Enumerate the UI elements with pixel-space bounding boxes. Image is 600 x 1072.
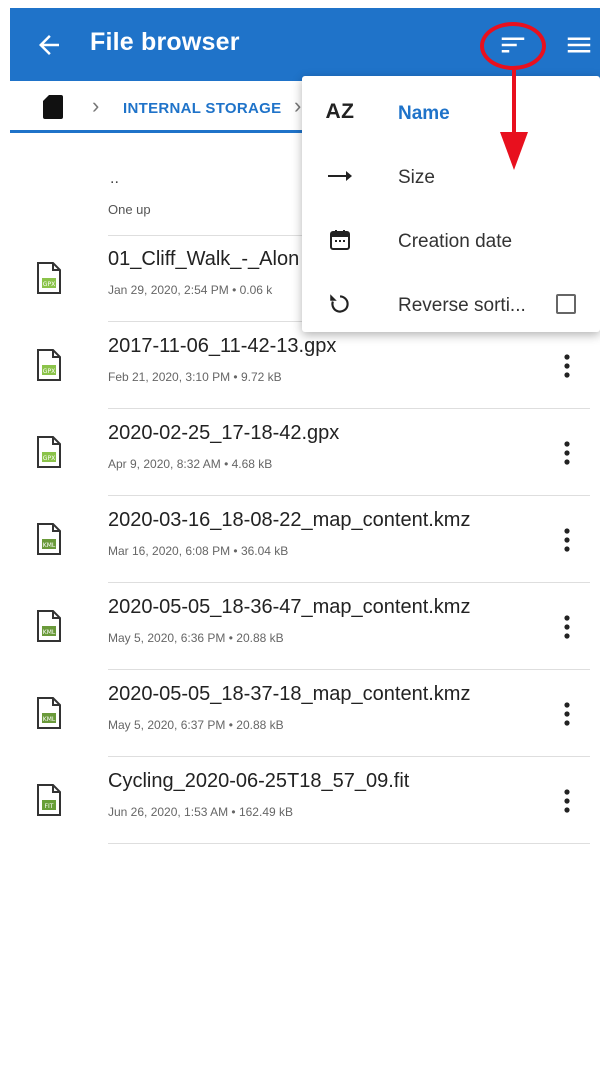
more-vert-icon[interactable]: [560, 612, 574, 642]
file-meta: May 5, 2020, 6:37 PM • 20.88 kB: [108, 718, 284, 732]
sort-option-creation-date[interactable]: Creation date: [302, 208, 600, 272]
sort-option-label: Name: [398, 103, 450, 124]
file-type-label: GPX: [43, 455, 55, 462]
file-type-label: KML: [43, 716, 56, 723]
page-title: File browser: [90, 28, 240, 56]
file-row[interactable]: KML 2020-05-05_18-37-18_map_content.kmz Ma…: [0, 671, 600, 757]
file-gpx-icon: GPX: [37, 262, 61, 294]
file-type-label: KML: [43, 542, 56, 549]
file-name: 01_Cliff_Walk_-_Alon: [108, 248, 300, 270]
more-vert-icon[interactable]: [560, 525, 574, 555]
calendar-icon: [326, 226, 354, 254]
file-row[interactable]: KML 2020-03-16_18-08-22_map_content.kmz Ma…: [0, 497, 600, 583]
divider: [108, 756, 590, 757]
file-row[interactable]: FIT Cycling_2020-06-25T18_57_09.fit Jun 26…: [0, 758, 600, 844]
sort-option-label: Size: [398, 167, 435, 188]
more-vert-icon[interactable]: [560, 699, 574, 729]
parent-dots: ..: [110, 170, 119, 187]
file-kml-icon: KML: [37, 697, 61, 729]
az-icon: AZ: [325, 100, 355, 123]
arrow-right-icon: [326, 162, 354, 190]
file-meta: Jan 29, 2020, 2:54 PM • 0.06 k: [108, 283, 273, 297]
file-meta: Feb 21, 2020, 3:10 PM • 9.72 kB: [108, 370, 282, 384]
file-name: 2020-05-05_18-37-18_map_content.kmz: [108, 683, 471, 705]
file-row[interactable]: GPX 2020-02-25_17-18-42.gpx Apr 9, 2020, 8…: [0, 410, 600, 496]
breadcrumb-internal-storage[interactable]: INTERNAL STORAGE: [123, 100, 281, 117]
file-meta: May 5, 2020, 6:36 PM • 20.88 kB: [108, 631, 284, 645]
file-row[interactable]: KML 2020-05-05_18-36-47_map_content.kmz Ma…: [0, 584, 600, 670]
chevron-right-icon: ›: [294, 93, 302, 118]
sort-option-reverse[interactable]: Reverse sorti...: [302, 272, 600, 336]
annotation-circle: [480, 22, 546, 70]
file-name: 2020-05-05_18-36-47_map_content.kmz: [108, 596, 471, 618]
sort-menu: AZ Name Size Creation date Reverse sorti…: [302, 76, 600, 332]
hamburger-menu-icon[interactable]: [564, 30, 594, 60]
sort-option-name[interactable]: AZ Name: [302, 80, 600, 144]
divider: [108, 669, 590, 670]
reverse-sorting-checkbox[interactable]: [556, 294, 576, 314]
file-meta: Jun 26, 2020, 1:53 AM • 162.49 kB: [108, 805, 293, 819]
file-name: 2017-11-06_11-42-13.gpx: [108, 335, 337, 357]
divider: [108, 582, 590, 583]
divider: [108, 495, 590, 496]
file-name: 2020-03-16_18-08-22_map_content.kmz: [108, 509, 471, 531]
file-kml-icon: KML: [37, 610, 61, 642]
chevron-right-icon: ›: [92, 93, 100, 118]
one-up-label: One up: [108, 202, 151, 217]
sort-option-label: Reverse sorti...: [398, 295, 526, 316]
arrow-left-icon[interactable]: [34, 30, 64, 60]
file-gpx-icon: GPX: [37, 349, 61, 381]
file-type-label: KML: [43, 629, 56, 636]
more-vert-icon[interactable]: [560, 786, 574, 816]
file-fit-icon: FIT: [37, 784, 61, 816]
file-meta: Apr 9, 2020, 8:32 AM • 4.68 kB: [108, 457, 273, 471]
reverse-icon: [326, 290, 354, 318]
more-vert-icon[interactable]: [560, 351, 574, 381]
file-kml-icon: KML: [37, 523, 61, 555]
sort-option-size[interactable]: Size: [302, 144, 600, 208]
file-name: 2020-02-25_17-18-42.gpx: [108, 422, 340, 444]
sort-option-label: Creation date: [398, 231, 513, 252]
divider: [108, 408, 590, 409]
file-meta: Mar 16, 2020, 6:08 PM • 36.04 kB: [108, 544, 289, 558]
divider: [108, 843, 590, 844]
file-name: Cycling_2020-06-25T18_57_09.fit: [108, 770, 410, 792]
sd-card-icon[interactable]: [43, 95, 63, 119]
file-type-label: GPX: [43, 368, 55, 375]
file-gpx-icon: GPX: [37, 436, 61, 468]
annotation-arrow-icon: [500, 70, 528, 170]
file-type-label: FIT: [45, 803, 54, 810]
file-type-label: GPX: [43, 281, 55, 288]
more-vert-icon[interactable]: [560, 438, 574, 468]
